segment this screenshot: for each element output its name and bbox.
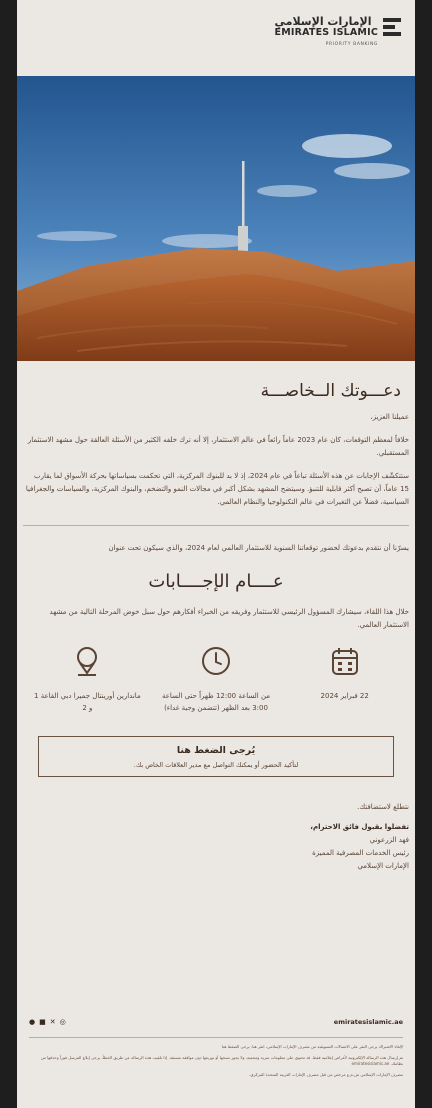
event-location: ماندارين أورينتال جميرا دبي القاعة 1 و 2 xyxy=(32,644,142,714)
rsvp-button[interactable]: يُرجى الضغط هنا لتأكيد الحضور أو يمكنك ا… xyxy=(38,736,394,777)
x-icon[interactable]: ✕ xyxy=(50,1018,56,1026)
rsvp-title: يُرجى الضغط هنا xyxy=(176,745,256,756)
invitation-title: دعـــوتك الــخاصـــة xyxy=(260,381,401,401)
email-footer: ● ■ ✕ ◎ emiratesislamic.ae لإلغاء الاشتر… xyxy=(17,1015,415,1083)
invitation-paragraph: يسرّنا أن نتقدم بدعوتك لحضور توقعاتنا ال… xyxy=(108,544,410,552)
divider xyxy=(23,525,409,526)
event-details: 22 فبراير 2024 من الساعة 12:00 ظهراً حتى… xyxy=(23,644,409,714)
logo-english: EMIRATES ISLAMIC xyxy=(274,26,378,38)
linkedin-icon[interactable]: ■ xyxy=(39,1018,46,1026)
event-time-text: من الساعة 12:00 ظهراً حتى الساعة 3:00 بع… xyxy=(161,692,271,712)
greeting: عميلنا العزيز، xyxy=(370,413,409,421)
footer-top-row: ● ■ ✕ ◎ emiratesislamic.ae xyxy=(29,1015,403,1029)
event-location-text: ماندارين أورينتال جميرا دبي القاعة 1 و 2 xyxy=(34,692,141,712)
signature-block: تفضلوا بقبول فائق الاحترام، فهد الزرعوني… xyxy=(23,821,409,873)
context-paragraph: ستتكشّف الإجابات عن هذه الأسئلة تباعاً ف… xyxy=(25,472,409,506)
clock-icon xyxy=(202,647,231,675)
license-text: مصرف الإمارات الإسلامي ش.م.ع مرخص من قبل… xyxy=(249,1072,403,1077)
rsvp-subtitle: لتأكيد الحضور أو يمكنك التواصل مع مدير ا… xyxy=(133,761,299,769)
social-links: ● ■ ✕ ◎ xyxy=(29,1018,66,1026)
location-icon xyxy=(77,647,98,676)
closing-line: نتطلع لاستضافتك. xyxy=(357,803,409,811)
disclaimer-text: تم إرسال هذه الرسالة الإلكترونية لأغراض … xyxy=(40,1055,403,1066)
signature-role: رئيس الخدمات المصرفية المميزة xyxy=(312,849,409,857)
event-date-text: 22 فبراير 2024 xyxy=(320,692,369,700)
signature-regards: تفضلوا بقبول فائق الاحترام، xyxy=(310,823,409,831)
footer-divider xyxy=(29,1037,403,1038)
website-link[interactable]: emiratesislamic.ae xyxy=(334,1018,403,1026)
event-date: 22 فبراير 2024 xyxy=(290,644,400,714)
hero-image-desert-dunes xyxy=(17,76,415,361)
email-body: الإمارات الإسلامي EMIRATES ISLAMIC PRIOR… xyxy=(17,0,415,1108)
logo-mark-icon xyxy=(383,18,401,36)
signature-org: الإمارات الإسلامي xyxy=(357,862,409,870)
intro-paragraph: خلافاً لمعظم التوقعات، كان عام 2023 عاما… xyxy=(27,436,409,457)
desert-dunes-illustration xyxy=(17,76,415,361)
facebook-icon[interactable]: ● xyxy=(29,1018,35,1026)
instagram-icon[interactable]: ◎ xyxy=(60,1018,66,1026)
logo-arabic: الإمارات الإسلامي xyxy=(274,15,372,28)
event-description: خلال هذا اللقاء، سيشارك المسؤول الرئيسي … xyxy=(49,608,409,629)
event-title: عــــام الإجــــابات xyxy=(148,571,284,592)
event-time: من الساعة 12:00 ظهراً حتى الساعة 3:00 بع… xyxy=(161,644,271,714)
unsubscribe-text[interactable]: لإلغاء الاشتراك يرجى النقر على الاتصالات… xyxy=(29,1044,403,1050)
logo-text: الإمارات الإسلامي EMIRATES ISLAMIC PRIOR… xyxy=(275,16,378,47)
signature-name: فهد الزرعوني xyxy=(369,836,409,844)
email-header: الإمارات الإسلامي EMIRATES ISLAMIC PRIOR… xyxy=(17,0,415,76)
calendar-icon xyxy=(331,648,358,675)
logo-priority-banking: PRIORITY BANKING xyxy=(325,41,378,47)
email-content: دعـــوتك الــخاصـــة عميلنا العزيز، خلاف… xyxy=(17,381,415,873)
emirates-islamic-logo[interactable]: الإمارات الإسلامي EMIRATES ISLAMIC PRIOR… xyxy=(275,16,401,47)
